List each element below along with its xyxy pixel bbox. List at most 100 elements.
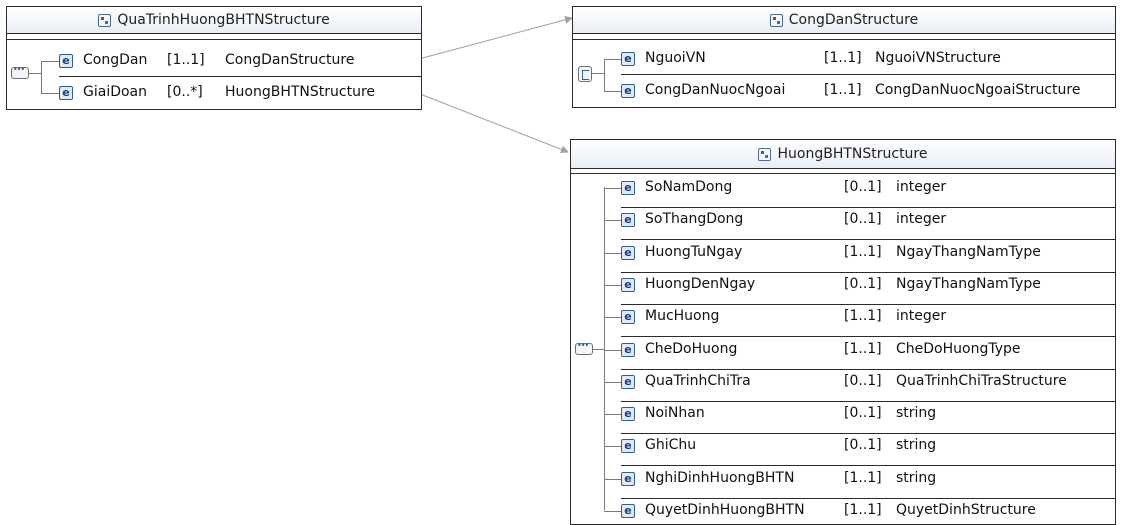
row-nguoivn[interactable]: e bbox=[621, 49, 641, 69]
element-row-huongtungay[interactable]: e bbox=[621, 243, 641, 263]
tree-line bbox=[604, 479, 621, 480]
tree-line bbox=[604, 317, 621, 318]
element-row-quatrinhchitra[interactable]: e bbox=[621, 372, 641, 392]
cardinality: [0..1] bbox=[844, 405, 882, 421]
element-row-sonamdong[interactable]: e bbox=[621, 178, 641, 198]
type-name: QuaTrinhChiTraStructure bbox=[896, 373, 1067, 389]
element-icon: e bbox=[59, 54, 73, 68]
type-name: NgayThangNamType bbox=[896, 244, 1041, 260]
tree-line bbox=[604, 220, 621, 221]
row-divider bbox=[621, 336, 1115, 337]
tree-line bbox=[604, 59, 605, 91]
divider bbox=[571, 173, 1115, 174]
element-icon: e bbox=[621, 504, 635, 518]
row-divider bbox=[621, 369, 1115, 370]
element-name: MucHuong bbox=[645, 308, 720, 324]
element-icon: e bbox=[621, 439, 635, 453]
row-divider bbox=[621, 304, 1115, 305]
box-title-text: CongDanStructure bbox=[788, 12, 919, 28]
element-name: QuyetDinhHuongBHTN bbox=[645, 502, 805, 518]
tree-line bbox=[593, 349, 604, 350]
tree-line bbox=[604, 59, 621, 60]
element-icon: e bbox=[621, 52, 635, 66]
cardinality: [1..1] bbox=[844, 502, 882, 518]
tree-line bbox=[604, 187, 605, 510]
element-row-huongdenngay[interactable]: e bbox=[621, 275, 641, 295]
row-divider bbox=[621, 433, 1115, 434]
cardinality: [0..1] bbox=[844, 373, 882, 389]
qua-trinh-structure-box[interactable]: QuaTrinhHuongBHTNStructure e CongDan [1.… bbox=[6, 6, 422, 110]
tree-line bbox=[592, 73, 604, 74]
element-name: NghiDinhHuongBHTN bbox=[645, 470, 795, 486]
element-name: NoiNhan bbox=[645, 405, 705, 421]
element-row-nghidinhhuongbhtn[interactable]: e bbox=[621, 469, 641, 489]
element-icon: e bbox=[621, 181, 635, 195]
element-name: CheDoHuong bbox=[645, 341, 738, 357]
element-icon: e bbox=[621, 310, 635, 324]
element-name: GhiChu bbox=[645, 437, 697, 453]
connector-congdan bbox=[414, 15, 573, 61]
type-name: QuyetDinhStructure bbox=[896, 502, 1036, 518]
row-congdannuocngoai[interactable]: e bbox=[621, 81, 641, 101]
tree-line bbox=[604, 446, 621, 447]
element-row-muchuong[interactable]: e bbox=[621, 307, 641, 327]
type-name: CheDoHuongType bbox=[896, 341, 1021, 357]
tree-line bbox=[604, 414, 621, 415]
tree-line bbox=[604, 511, 621, 512]
row-congdan[interactable]: e bbox=[59, 51, 79, 71]
element-row-ghichu[interactable]: e bbox=[621, 436, 641, 456]
element-row-quyetdinhhuongbhtn[interactable]: e bbox=[621, 501, 641, 521]
cardinality: [1..1] bbox=[844, 308, 882, 324]
tree-line bbox=[604, 350, 621, 351]
cardinality: [1..1] bbox=[167, 52, 205, 68]
cardinality: [1..1] bbox=[844, 244, 882, 260]
divider bbox=[573, 39, 1115, 40]
type-name: NguoiVNStructure bbox=[875, 50, 1001, 66]
type-name: string bbox=[896, 470, 937, 486]
cong-dan-structure-box[interactable]: CongDanStructure e NguoiVN [1..1] NguoiV… bbox=[572, 6, 1116, 108]
row-divider bbox=[621, 207, 1115, 208]
tree-line bbox=[604, 382, 621, 383]
element-icon: e bbox=[621, 246, 635, 260]
tree-line bbox=[29, 73, 41, 74]
row-giaidoan[interactable]: e bbox=[59, 83, 79, 103]
huong-bhtn-structure-box[interactable]: HuongBHTNStructure e SoNamDong [0..1] integ… bbox=[570, 139, 1116, 525]
row-divider bbox=[621, 498, 1115, 499]
tree-line bbox=[604, 188, 621, 189]
type-name: CongDanNuocNgoaiStructure bbox=[875, 82, 1081, 98]
row-divider bbox=[621, 272, 1115, 273]
element-row-chedohuong[interactable]: e bbox=[621, 340, 641, 360]
element-icon: e bbox=[621, 407, 635, 421]
cardinality: [1..1] bbox=[824, 82, 862, 98]
choice-icon[interactable] bbox=[578, 66, 592, 82]
connector-giaidoan bbox=[414, 91, 569, 154]
element-row-sothangdong[interactable]: e bbox=[621, 210, 641, 230]
cardinality: [1..1] bbox=[844, 470, 882, 486]
type-name: integer bbox=[896, 179, 947, 195]
box-title-text: HuongBHTNStructure bbox=[777, 146, 928, 162]
box-title-text: QuaTrinhHuongBHTNStructure bbox=[117, 12, 330, 28]
tree-line bbox=[604, 253, 621, 254]
cardinality: [0..1] bbox=[844, 276, 882, 292]
element-icon: e bbox=[59, 86, 73, 100]
type-name: CongDanStructure bbox=[225, 52, 355, 68]
element-name: CongDanNuocNgoai bbox=[645, 82, 786, 98]
tree-line bbox=[41, 61, 59, 62]
type-name: NgayThangNamType bbox=[896, 276, 1041, 292]
element-icon: e bbox=[621, 213, 635, 227]
sequence-icon[interactable] bbox=[575, 341, 593, 355]
cardinality: [0..1] bbox=[844, 211, 882, 227]
row-divider bbox=[621, 74, 1115, 75]
structure-icon bbox=[98, 13, 112, 27]
row-divider bbox=[621, 401, 1115, 402]
element-name: CongDan bbox=[83, 52, 148, 68]
element-name: SoThangDong bbox=[645, 211, 744, 227]
sequence-icon[interactable] bbox=[11, 65, 29, 79]
row-divider bbox=[621, 239, 1115, 240]
structure-icon bbox=[758, 147, 772, 161]
element-icon: e bbox=[621, 375, 635, 389]
element-icon: e bbox=[621, 343, 635, 357]
tree-line bbox=[41, 93, 59, 94]
element-row-noinhan[interactable]: e bbox=[621, 404, 641, 424]
type-name: HuongBHTNStructure bbox=[225, 84, 376, 100]
